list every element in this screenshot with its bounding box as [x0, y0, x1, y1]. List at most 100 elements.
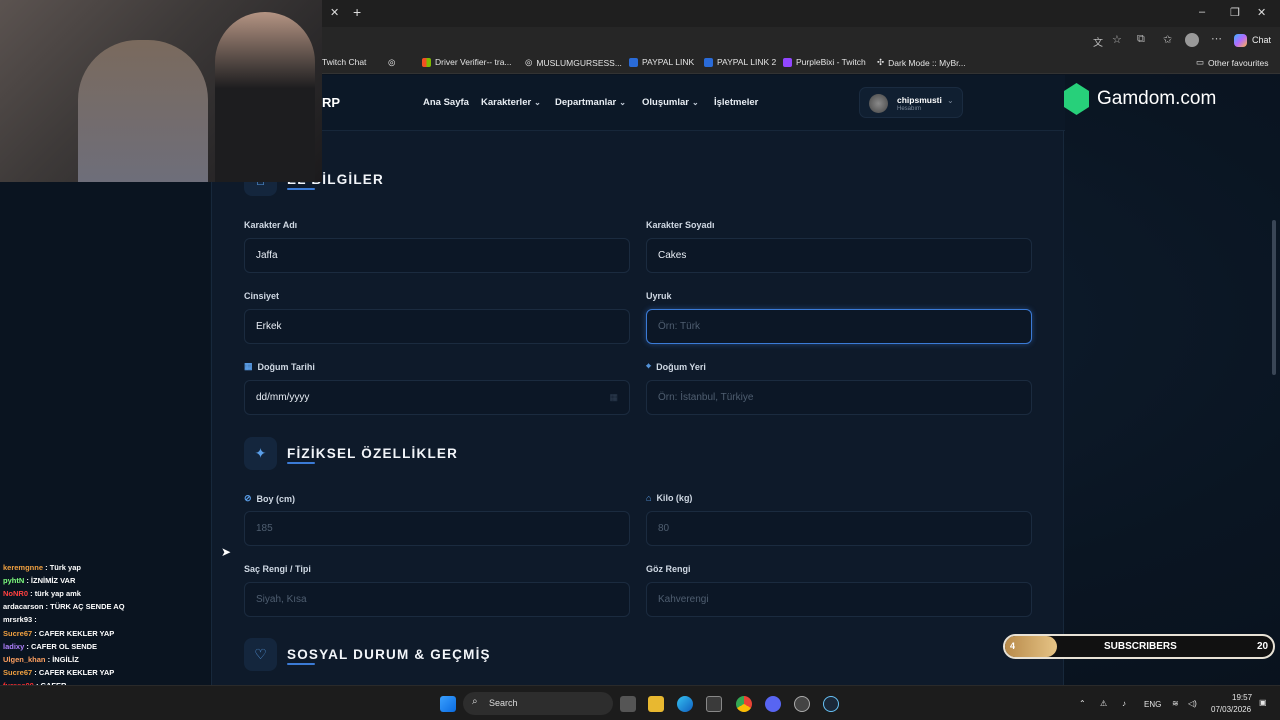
favorites-icon[interactable]: ✩ [1163, 33, 1172, 46]
clock-date[interactable]: 07/03/2026 [1211, 705, 1251, 714]
nav-ana-sayfa[interactable]: Ana Sayfa [423, 97, 469, 108]
bookmark-paypal-link-2[interactable]: PAYPAL LINK 2 [704, 57, 776, 67]
more-icon[interactable]: ⋯ [1211, 32, 1222, 45]
webcam-overlay [0, 0, 322, 182]
calendar-icon[interactable]: ▦ [609, 392, 618, 403]
chat-message: NoNR0 : türk yap amk [3, 589, 81, 598]
restore-icon[interactable]: ❐ [1230, 6, 1240, 19]
paypal-icon [704, 57, 713, 67]
sparkle-icon: ✦ [244, 437, 277, 470]
chat-message: mrsrk93 : [3, 615, 37, 624]
chat-message: Ulgen_khan : İNGİLİZ [3, 655, 79, 664]
bookmark-twitch-chat[interactable]: Twitch Chat [322, 57, 366, 67]
page-scrollbar[interactable] [1272, 220, 1276, 375]
paypal-icon [629, 57, 638, 67]
last-name-input[interactable]: Cakes [646, 238, 1032, 273]
chat-username[interactable]: pyhtN [3, 576, 24, 585]
minimize-icon[interactable]: – [1199, 6, 1205, 18]
chat-username[interactable]: keremgnne [3, 563, 43, 572]
chat-text: CAFER KEKLER YAP [38, 667, 115, 677]
profile-avatar[interactable] [1185, 33, 1199, 47]
gamdom-logo-icon [1064, 83, 1089, 115]
notification-icon[interactable]: ▣ [1259, 698, 1267, 707]
section-fiziksel-ozellikler: ✦ FİZİKSEL ÖZELLİKLER [244, 437, 458, 470]
chevron-down-icon: ⌄ [692, 98, 699, 107]
bookmark-driver-verifier[interactable]: Driver Verifier-- tra... [422, 57, 512, 67]
chat-separator: : [24, 641, 31, 651]
birthdate-input[interactable]: dd/mm/yyyy ▦ [244, 380, 630, 415]
nav-olusumlar[interactable]: Oluşumlar ⌄ [642, 97, 699, 108]
chat-message: ladixy : CAFER OL SENDE [3, 642, 97, 651]
translate-icon[interactable]: 文 [1093, 34, 1103, 49]
eye-input[interactable]: Kahverengi [646, 582, 1032, 617]
chat-separator: : [28, 589, 35, 599]
streamer-person [78, 40, 208, 182]
volume-icon[interactable]: ◁) [1188, 699, 1197, 708]
ruler-icon: ⊘ [244, 493, 252, 503]
calendar-icon: ▦ [244, 361, 253, 371]
bookmark-dark-mode[interactable]: ✣ Dark Mode :: MyBr... [877, 57, 966, 68]
app-icon[interactable] [794, 696, 810, 712]
birthplace-input[interactable]: Örn: İstanbul, Türkiye [646, 380, 1032, 415]
gamdom-ad[interactable]: Gamdom.com [1064, 83, 1216, 115]
taskbar-search[interactable]: ⌕ Search [463, 692, 613, 715]
user-menu[interactable]: chipsmusti Hesabım ⌄ [859, 87, 963, 118]
task-view-icon[interactable] [620, 696, 636, 712]
store-icon[interactable] [706, 696, 722, 712]
bookmark-purplebixi[interactable]: PurpleBixi - Twitch [783, 57, 866, 67]
chevron-down-icon: ⌄ [534, 98, 541, 107]
hair-input[interactable]: Siyah, Kısa [244, 582, 630, 617]
height-label: ⊘ Boy (cm) [244, 493, 296, 504]
favorite-star-icon[interactable]: ☆ [1112, 33, 1122, 46]
search-icon: ⌕ [472, 696, 478, 707]
chat-separator: : [32, 628, 39, 638]
microphone-icon[interactable]: ♪ [1122, 699, 1126, 708]
edge-icon[interactable] [677, 696, 693, 712]
globe-icon[interactable]: ◎ [388, 57, 395, 68]
other-favourites[interactable]: ▭ Other favourites [1196, 57, 1269, 68]
gender-label: Cinsiyet [244, 291, 280, 301]
weight-input[interactable]: 80 [646, 511, 1032, 546]
close-window-icon[interactable]: ✕ [1257, 6, 1266, 19]
chat-username[interactable]: ardacarson [3, 602, 43, 611]
bookmark-muslumgursess[interactable]: ◎ MUSLUMGURSESS... [525, 57, 622, 68]
extensions-icon[interactable]: ⧉ [1137, 33, 1145, 46]
chat-message: Sucre67 : CAFER KEKLER YAP [3, 629, 114, 638]
file-explorer-icon[interactable] [648, 696, 664, 712]
close-tab-icon[interactable]: ✕ [330, 6, 339, 19]
chevron-down-icon: ⌄ [947, 96, 954, 105]
clock-time[interactable]: 19:57 [1232, 693, 1252, 702]
steam-icon[interactable] [823, 696, 839, 712]
language-indicator[interactable]: ENG [1144, 700, 1161, 709]
wifi-icon[interactable]: ≋ [1172, 699, 1179, 708]
chat-username[interactable]: Sucre67 [3, 668, 32, 677]
chat-username[interactable]: mrsrk93 [3, 615, 32, 624]
nav-isletmeler[interactable]: İşletmeler [714, 97, 758, 108]
chat-username[interactable]: NoNR0 [3, 589, 28, 598]
chat-username[interactable]: Ulgen_khan [3, 655, 46, 664]
chat-message: ardacarson : TÜRK AÇ SENDE AQ [3, 602, 125, 611]
chrome-icon[interactable] [736, 696, 752, 712]
chat-message: keremgnne : Türk yap [3, 563, 81, 572]
first-name-input[interactable]: Jaffa [244, 238, 630, 273]
bookmark-paypal-link[interactable]: PAYPAL LINK [629, 57, 694, 67]
chat-username[interactable]: ladixy [3, 642, 24, 651]
copilot-icon[interactable] [1234, 34, 1247, 47]
nav-departmanlar[interactable]: Departmanlar ⌄ [555, 97, 626, 108]
chat-username[interactable]: Sucre67 [3, 629, 32, 638]
tray-app-icon[interactable]: ⚠ [1100, 699, 1107, 708]
eye-label: Göz Rengi [646, 564, 691, 574]
height-input[interactable]: 185 [244, 511, 630, 546]
section-title: SOSYAL DURUM & GEÇMİŞ [287, 647, 491, 662]
nationality-input[interactable]: Örn: Türk [646, 309, 1032, 344]
new-tab-icon[interactable]: + [353, 4, 361, 20]
discord-icon[interactable] [765, 696, 781, 712]
subs-label: SUBSCRIBERS [1104, 641, 1177, 652]
start-icon[interactable] [440, 696, 456, 712]
site-logo[interactable]: RP [322, 95, 340, 110]
tray-chevron-icon[interactable]: ⌃ [1079, 699, 1086, 708]
gender-select[interactable]: Erkek [244, 309, 630, 344]
chevron-down-icon: ⌄ [619, 98, 626, 107]
chat-button[interactable]: Chat [1252, 35, 1271, 45]
nav-karakterler[interactable]: Karakterler ⌄ [481, 97, 541, 108]
